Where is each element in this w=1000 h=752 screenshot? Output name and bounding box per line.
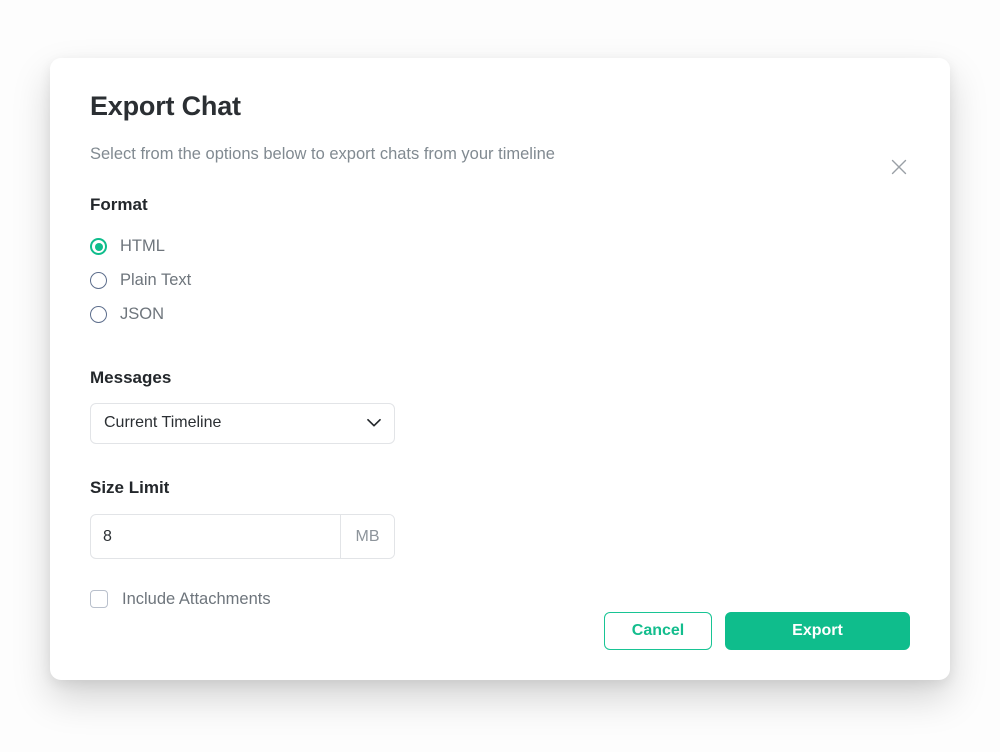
close-button[interactable] [886, 154, 912, 180]
dialog-title: Export Chat [90, 91, 241, 121]
format-heading: Format [90, 195, 148, 215]
radio-icon-unselected [90, 306, 107, 324]
messages-scope-value: Current Timeline [104, 414, 222, 432]
messages-scope-select[interactable]: Current Timeline [90, 402, 395, 444]
cancel-button[interactable]: Cancel [604, 612, 712, 650]
radio-label-json: JSON [120, 305, 165, 324]
radio-option-html[interactable]: HTML [90, 230, 910, 264]
checkbox-icon-unchecked [90, 590, 108, 609]
radio-label-plain-text: Plain Text [120, 271, 192, 290]
size-limit-unit: MB [340, 515, 394, 559]
include-attachments-row[interactable]: Include Attachments [90, 587, 910, 611]
messages-heading: Messages [90, 367, 172, 387]
format-radio-group: HTML Plain Text JSON [90, 230, 910, 332]
page-background: Export Chat Select from the options belo… [0, 0, 1000, 752]
format-section: Format HTML Plain Text JSON [90, 195, 910, 331]
dialog-subtitle: Select from the options below to export … [90, 144, 555, 163]
include-attachments-label: Include Attachments [122, 590, 271, 609]
size-limit-field: MB [90, 514, 395, 560]
size-limit-heading: Size Limit [90, 477, 170, 497]
radio-icon-unselected [90, 272, 107, 290]
close-icon [889, 157, 909, 177]
size-limit-section: Size Limit MB [90, 477, 910, 560]
radio-label-html: HTML [120, 237, 165, 256]
radio-option-plain-text[interactable]: Plain Text [90, 264, 910, 298]
dialog-footer: Cancel Export [604, 612, 910, 650]
size-limit-input[interactable] [91, 515, 340, 559]
radio-option-json[interactable]: JSON [90, 298, 910, 332]
chevron-down-icon [367, 419, 381, 428]
export-button[interactable]: Export [725, 612, 910, 650]
export-chat-dialog: Export Chat Select from the options belo… [50, 58, 950, 680]
messages-section: Messages Current Timeline [90, 368, 910, 444]
radio-icon-selected [90, 238, 107, 256]
